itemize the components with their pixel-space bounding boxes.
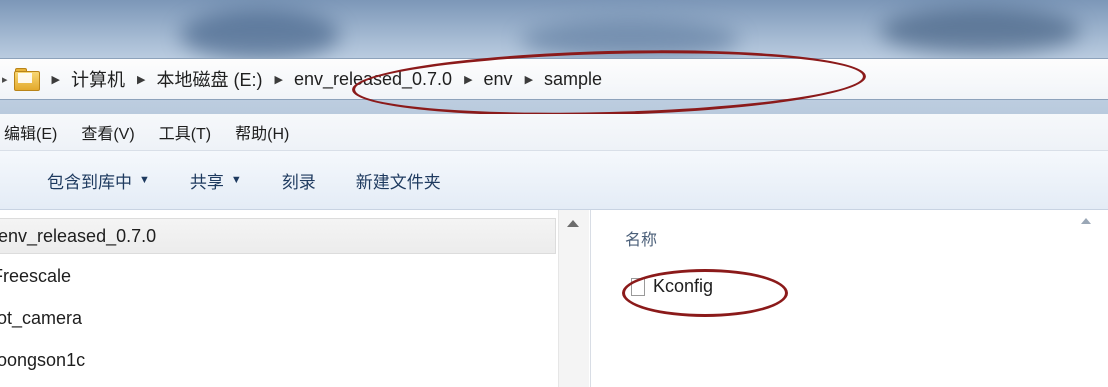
navigation-pane: env_released_0.7.0 Freescale iot_camera … [0, 210, 566, 387]
breadcrumb-label[interactable]: 计算机 [71, 66, 125, 92]
dropdown-arrow-icon: ▼ [139, 174, 150, 186]
breadcrumb-label[interactable]: 本地磁盘 (E:) [156, 66, 262, 92]
glass-highlight [520, 20, 740, 60]
glass-highlight [880, 8, 1080, 54]
command-toolbar: 包含到库中 ▼ 共享 ▼ 刻录 新建文件夹 [0, 151, 1108, 210]
menu-bar: 编辑(E) 查看(V) 工具(T) 帮助(H) [0, 114, 1108, 151]
nav-item-label: iot_camera [0, 307, 83, 328]
share-label: 共享 [189, 172, 224, 192]
nav-item-freescale[interactable]: Freescale [0, 258, 556, 294]
content-pane: 名称 Kconfig [590, 210, 1108, 387]
breadcrumb-env[interactable]: ▶ env [464, 69, 525, 90]
file-icon [631, 277, 645, 296]
sort-arrow-icon[interactable] [1081, 218, 1091, 224]
nav-item-loongson1c[interactable]: loongson1c [0, 342, 556, 378]
menu-view[interactable]: 查看(V) [81, 120, 134, 144]
breadcrumb-computer[interactable]: ▶ 计算机 [52, 66, 137, 92]
scroll-up-arrow-icon[interactable] [567, 220, 579, 227]
column-header-name[interactable]: 名称 [625, 226, 657, 250]
address-bar[interactable]: ▸ ▶ 计算机 ▶ 本地磁盘 (E:) ▶ env_released_0.7.0… [0, 58, 1108, 100]
chevron-right-icon[interactable]: ▶ [137, 73, 145, 86]
chevron-right-icon[interactable]: ▶ [274, 73, 282, 86]
burn-label: 刻录 [281, 172, 316, 192]
share-button[interactable]: 共享 ▼ [190, 168, 242, 193]
nav-item-label: env_released_0.7.0 [0, 225, 157, 246]
new-folder-label: 新建文件夹 [355, 172, 441, 192]
dropdown-arrow-icon: ▼ [230, 174, 242, 186]
chevron-right-icon[interactable]: ▶ [525, 73, 533, 86]
file-name[interactable]: Kconfig [653, 276, 713, 297]
burn-button[interactable]: 刻录 [282, 168, 316, 193]
include-in-library-label: 包含到库中 [47, 172, 132, 192]
nav-item-label: Freescale [0, 265, 72, 286]
glass-highlight [180, 10, 340, 60]
breadcrumb-local-disk[interactable]: ▶ 本地磁盘 (E:) [137, 66, 274, 92]
file-item[interactable]: Kconfig [631, 276, 713, 297]
nav-scrollbar[interactable] [558, 210, 589, 387]
breadcrumb-label[interactable]: sample [544, 69, 602, 90]
folder-icon [13, 68, 40, 91]
chevron-right-icon[interactable]: ▶ [464, 73, 472, 86]
breadcrumb-env-released[interactable]: ▶ env_released_0.7.0 [274, 69, 464, 90]
breadcrumb-sample[interactable]: ▶ sample [525, 69, 615, 90]
nav-item-iot-camera[interactable]: iot_camera [0, 300, 556, 336]
breadcrumb-label[interactable]: env [484, 69, 513, 90]
chevron-right-icon[interactable]: ▶ [52, 73, 60, 86]
breadcrumb-label[interactable]: env_released_0.7.0 [294, 69, 452, 90]
new-folder-button[interactable]: 新建文件夹 [356, 168, 441, 193]
menu-edit[interactable]: 编辑(E) [4, 120, 57, 144]
menu-tools[interactable]: 工具(T) [159, 120, 211, 144]
menu-help[interactable]: 帮助(H) [235, 120, 289, 144]
window-titlebar: ▸ ▶ 计算机 ▶ 本地磁盘 (E:) ▶ env_released_0.7.0… [0, 0, 1108, 114]
history-arrow-icon[interactable]: ▸ [2, 73, 8, 86]
nav-item-env-released[interactable]: env_released_0.7.0 [0, 218, 556, 254]
nav-item-label: loongson1c [0, 349, 86, 370]
include-in-library-button[interactable]: 包含到库中 ▼ [47, 168, 150, 193]
